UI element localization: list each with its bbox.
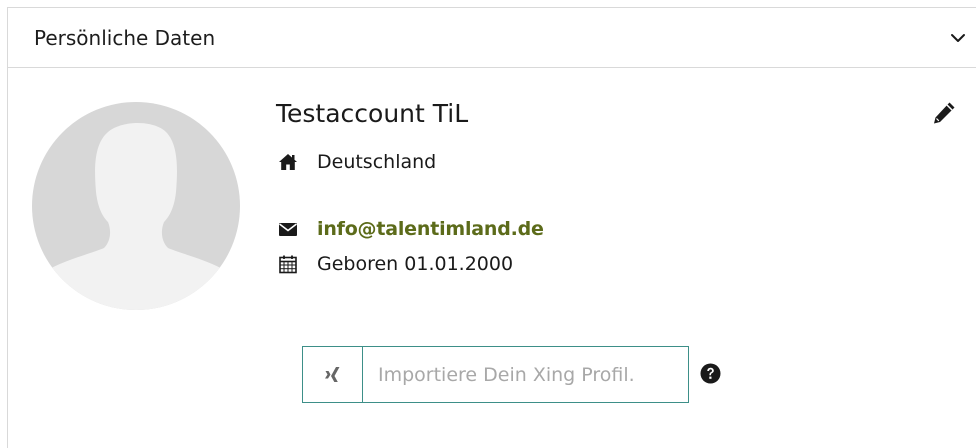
xing-icon-cell [303, 347, 363, 402]
profile-name: Testaccount TiL [276, 99, 469, 128]
pencil-icon[interactable] [930, 99, 958, 127]
envelope-icon [279, 223, 297, 236]
panel-header[interactable]: Persönliche Daten [8, 8, 976, 68]
birthdate-row: Geboren 01.01.2000 [278, 252, 513, 276]
xing-import-field [302, 346, 689, 403]
email-row: info@talentimland.de [278, 217, 544, 241]
birthdate-text: Geboren 01.01.2000 [317, 253, 514, 275]
xing-profile-input[interactable] [363, 347, 688, 402]
country-text: Deutschland [317, 151, 437, 173]
personal-data-panel: Persönliche Daten Testaccount TiL Deutsc… [7, 7, 976, 448]
avatar-placeholder-icon [44, 123, 228, 310]
panel-title: Persönliche Daten [34, 26, 216, 50]
email-link[interactable]: info@talentimland.de [317, 217, 544, 241]
avatar [32, 102, 240, 310]
home-icon [279, 154, 297, 170]
chevron-down-icon[interactable] [950, 32, 966, 44]
calendar-icon [279, 255, 297, 274]
xing-icon [324, 366, 339, 382]
country-row: Deutschland [278, 150, 436, 174]
question-circle-icon[interactable] [700, 363, 721, 384]
